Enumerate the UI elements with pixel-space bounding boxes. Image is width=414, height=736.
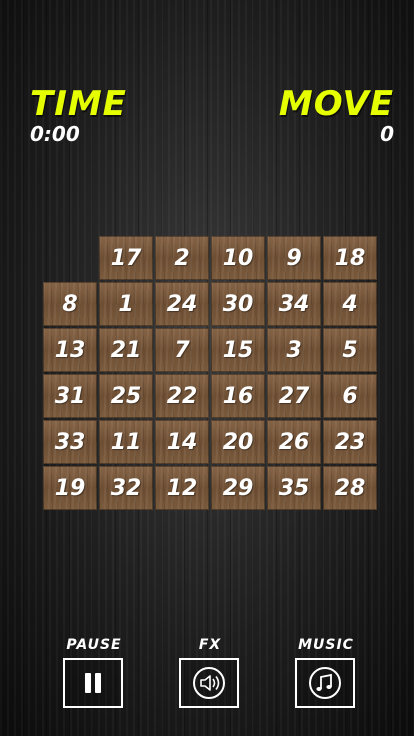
puzzle-tile[interactable]: 20: [211, 420, 265, 464]
puzzle-tile[interactable]: 17: [99, 236, 153, 280]
puzzle-tile[interactable]: 35: [267, 466, 321, 510]
puzzle-tile[interactable]: 23: [323, 420, 377, 464]
puzzle-tile[interactable]: 19: [43, 466, 97, 510]
puzzle-tile[interactable]: 28: [323, 466, 377, 510]
puzzle-tile[interactable]: 3: [267, 328, 321, 372]
puzzle-tile[interactable]: 33: [43, 420, 97, 464]
music-note-icon: [309, 667, 341, 699]
puzzle-tile[interactable]: 7: [155, 328, 209, 372]
puzzle-tile[interactable]: 18: [323, 236, 377, 280]
speaker-icon: [193, 667, 225, 699]
puzzle-tile[interactable]: 6: [323, 374, 377, 418]
pause-label: PAUSE: [66, 637, 122, 653]
move-value: 0: [380, 122, 394, 146]
puzzle-tile[interactable]: 14: [155, 420, 209, 464]
time-label: TIME: [30, 84, 127, 124]
puzzle-tile[interactable]: 10: [211, 236, 265, 280]
puzzle-tile[interactable]: 5: [323, 328, 377, 372]
puzzle-tile[interactable]: 25: [99, 374, 153, 418]
puzzle-tile[interactable]: 11: [99, 420, 153, 464]
time-value: 0:00: [30, 122, 80, 146]
puzzle-tile[interactable]: 13: [43, 328, 97, 372]
fx-label: FX: [198, 637, 222, 653]
puzzle-tile[interactable]: 9: [267, 236, 321, 280]
puzzle-tile[interactable]: 30: [211, 282, 265, 326]
puzzle-tile[interactable]: 34: [267, 282, 321, 326]
music-button[interactable]: [295, 658, 355, 708]
move-label: MOVE: [278, 84, 394, 124]
puzzle-tile[interactable]: 12: [155, 466, 209, 510]
puzzle-tile[interactable]: 1: [99, 282, 153, 326]
puzzle-tile[interactable]: 31: [43, 374, 97, 418]
music-label: MUSIC: [298, 637, 354, 653]
puzzle-tile[interactable]: 16: [211, 374, 265, 418]
pause-icon: [85, 673, 101, 693]
puzzle-tile[interactable]: 27: [267, 374, 321, 418]
puzzle-tile[interactable]: 26: [267, 420, 321, 464]
fx-button[interactable]: [179, 658, 239, 708]
puzzle-tile[interactable]: 22: [155, 374, 209, 418]
puzzle-tile[interactable]: 15: [211, 328, 265, 372]
puzzle-tile[interactable]: 8: [43, 282, 97, 326]
puzzle-tile[interactable]: 24: [155, 282, 209, 326]
puzzle-tile[interactable]: 2: [155, 236, 209, 280]
puzzle-board: 17 2 10 9 18 8 1 24 30 34 4 13 21 7 15 3 5 31 25 22 16 27 6 33 1…: [43, 236, 377, 511]
puzzle-tile[interactable]: 29: [211, 466, 265, 510]
puzzle-tile[interactable]: 21: [99, 328, 153, 372]
puzzle-tile[interactable]: 4: [323, 282, 377, 326]
puzzle-tile[interactable]: 32: [99, 466, 153, 510]
pause-button[interactable]: [63, 658, 123, 708]
